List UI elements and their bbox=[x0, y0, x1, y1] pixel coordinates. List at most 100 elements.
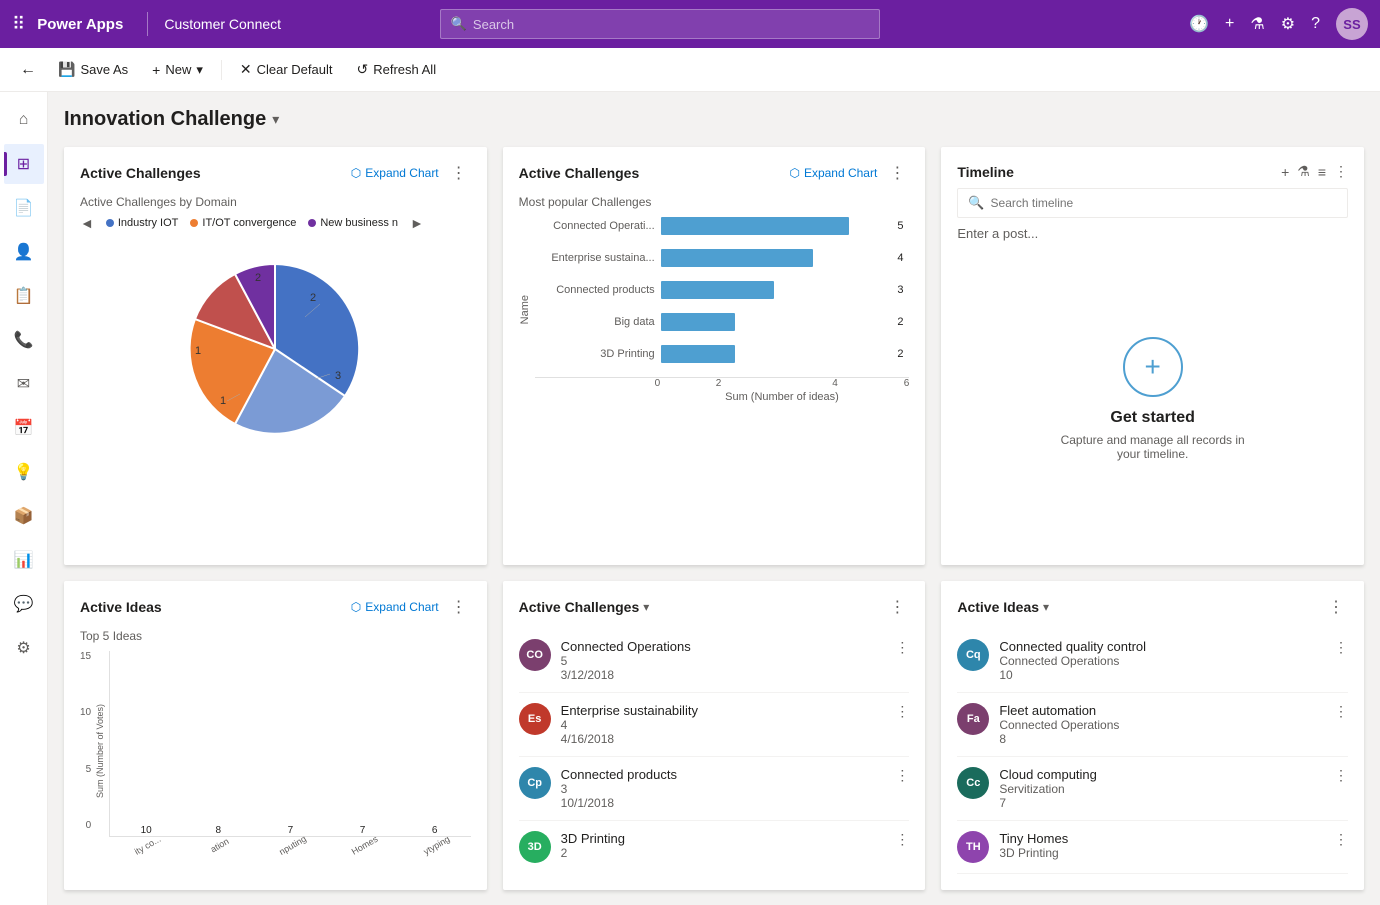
sidebar-item-mail[interactable]: ✉ bbox=[4, 364, 44, 404]
sidebar-item-person[interactable]: 👤 bbox=[4, 232, 44, 272]
sidebar-item-dashboard[interactable]: ⊞ bbox=[4, 144, 44, 184]
challenges-list-header: Active Challenges ▾ ⋮ bbox=[519, 597, 910, 617]
settings-icon[interactable]: ⚙ bbox=[1281, 14, 1295, 34]
list-avatar-1: Es bbox=[519, 703, 551, 735]
bar-more-button[interactable]: ⋮ bbox=[885, 163, 909, 183]
bar-expand-button[interactable]: ⬡ Expand Chart bbox=[789, 166, 877, 180]
list-item-more-0[interactable]: ⋮ bbox=[895, 639, 909, 656]
list-item-content-0: Connected Operations 5 3/12/2018 bbox=[561, 639, 886, 682]
challenges-list-more-button[interactable]: ⋮ bbox=[885, 597, 909, 617]
clear-default-button[interactable]: ✕ Clear Default bbox=[230, 54, 343, 86]
sidebar-item-bulb[interactable]: 💡 bbox=[4, 452, 44, 492]
plus-icon[interactable]: + bbox=[1225, 15, 1234, 33]
list-item-1: Es Enterprise sustainability 4 4/16/2018… bbox=[519, 693, 910, 757]
legend-prev-icon[interactable]: ◄ bbox=[80, 215, 94, 231]
bar-track-2 bbox=[661, 281, 888, 299]
back-button[interactable]: ← bbox=[12, 54, 44, 86]
y-axis-label-container: Name bbox=[519, 217, 535, 403]
content-area: Innovation Challenge ▾ Active Challenges… bbox=[48, 92, 1380, 905]
timeline-plus-circle[interactable]: + bbox=[1123, 337, 1183, 397]
timeline-search-box[interactable]: 🔍 bbox=[957, 188, 1348, 218]
sidebar-item-chart[interactable]: 📊 bbox=[4, 540, 44, 580]
pie-more-button[interactable]: ⋮ bbox=[447, 163, 471, 183]
top-nav: ⠿ Power Apps Customer Connect 🔍 🕐 + ⚗ ⚙ … bbox=[0, 0, 1380, 48]
ideas-list-scroll[interactable]: Cq Connected quality control Connected O… bbox=[957, 629, 1348, 874]
grid-icon[interactable]: ⠿ bbox=[12, 14, 25, 35]
refresh-all-button[interactable]: ↺ Refresh All bbox=[346, 54, 446, 86]
save-as-label: Save As bbox=[80, 62, 128, 77]
filter-icon[interactable]: ⚗ bbox=[1250, 14, 1264, 34]
ideas-chart-subtitle: Top 5 Ideas bbox=[80, 629, 471, 643]
y-axis-label: Name bbox=[519, 295, 531, 324]
save-as-button[interactable]: 💾 Save As bbox=[48, 54, 138, 86]
list-item-title-0: Connected Operations bbox=[561, 639, 886, 654]
new-button[interactable]: + New ▾ bbox=[142, 54, 213, 86]
timeline-search-input[interactable] bbox=[991, 196, 1337, 210]
active-challenges-list-card: Active Challenges ▾ ⋮ CO Connected Opera… bbox=[503, 581, 926, 890]
ideas-item-more-0[interactable]: ⋮ bbox=[1334, 639, 1348, 656]
sidebar-item-contacts[interactable]: 📋 bbox=[4, 276, 44, 316]
sidebar-item-home[interactable]: ⌂ bbox=[4, 100, 44, 140]
ideas-y-label: Sum (Number of Votes) bbox=[95, 651, 109, 851]
bar-rows: Connected Operati... 5 Enterprise sustai… bbox=[535, 217, 910, 403]
sidebar-item-settings[interactable]: ⚙ bbox=[4, 628, 44, 668]
sidebar-item-phone[interactable]: 📞 bbox=[4, 320, 44, 360]
ideas-chart-title: Active Ideas bbox=[80, 599, 351, 615]
ideas-item-title-1: Fleet automation bbox=[999, 703, 1324, 718]
app-name: Power Apps bbox=[37, 16, 123, 33]
nav-icons: 🕐 + ⚗ ⚙ ? SS bbox=[1189, 8, 1368, 40]
legend-label-0: Industry IOT bbox=[118, 217, 179, 229]
v-bar-val-2: 7 bbox=[288, 825, 294, 836]
new-icon: + bbox=[152, 62, 160, 78]
bar-label-1: Enterprise sustaina... bbox=[535, 252, 655, 264]
help-icon[interactable]: ? bbox=[1311, 15, 1320, 33]
challenges-list-scroll[interactable]: CO Connected Operations 5 3/12/2018 ⋮ Es… bbox=[519, 629, 910, 873]
list-item-count-3: 2 bbox=[561, 846, 886, 860]
sidebar-item-box[interactable]: 📦 bbox=[4, 496, 44, 536]
sidebar-item-chat[interactable]: 💬 bbox=[4, 584, 44, 624]
challenges-list-chevron[interactable]: ▾ bbox=[643, 600, 649, 614]
global-search-box[interactable]: 🔍 bbox=[440, 9, 880, 39]
page-title-chevron[interactable]: ▾ bbox=[272, 111, 279, 128]
pie-expand-button[interactable]: ⬡ Expand Chart bbox=[351, 166, 439, 180]
timeline-columns-icon[interactable]: ≡ bbox=[1318, 164, 1326, 180]
ideas-item-content-2: Cloud computing Servitization 7 bbox=[999, 767, 1324, 810]
list-item-more-1[interactable]: ⋮ bbox=[895, 703, 909, 720]
y-mark-5: 5 bbox=[80, 764, 91, 775]
ideas-expand-button[interactable]: ⬡ Expand Chart bbox=[351, 600, 439, 614]
legend-label-2: New business n bbox=[320, 217, 398, 229]
ideas-list-title-row: Active Ideas ▾ bbox=[957, 599, 1049, 615]
avatar[interactable]: SS bbox=[1336, 8, 1368, 40]
x-axis-label: Sum (Number of ideas) bbox=[535, 391, 910, 403]
list-item-count-0: 5 bbox=[561, 654, 886, 668]
bar-fill-2 bbox=[661, 281, 774, 299]
ideas-item-more-3[interactable]: ⋮ bbox=[1334, 831, 1348, 848]
sidebar-item-calendar[interactable]: 📅 bbox=[4, 408, 44, 448]
new-chevron-icon[interactable]: ▾ bbox=[196, 62, 203, 78]
ideas-list-more-button[interactable]: ⋮ bbox=[1324, 597, 1348, 617]
ideas-item-title-0: Connected quality control bbox=[999, 639, 1324, 654]
ideas-avatar-2: Cc bbox=[957, 767, 989, 799]
global-search-input[interactable] bbox=[473, 17, 869, 32]
timeline-card: Timeline + ⚗ ≡ ⋮ 🔍 Enter a post... + Get… bbox=[941, 147, 1364, 565]
bar-value-3: 2 bbox=[897, 316, 909, 328]
list-item-content-1: Enterprise sustainability 4 4/16/2018 bbox=[561, 703, 886, 746]
list-item-more-2[interactable]: ⋮ bbox=[895, 767, 909, 784]
timeline-more-icon[interactable]: ⋮ bbox=[1334, 163, 1348, 180]
legend-next-icon[interactable]: ► bbox=[410, 215, 424, 231]
ideas-expand-icon: ⬡ bbox=[351, 600, 361, 614]
ideas-chart-more-button[interactable]: ⋮ bbox=[447, 597, 471, 617]
ideas-item-more-1[interactable]: ⋮ bbox=[1334, 703, 1348, 720]
list-avatar-0: CO bbox=[519, 639, 551, 671]
timeline-post-input[interactable]: Enter a post... bbox=[957, 226, 1348, 241]
clock-icon[interactable]: 🕐 bbox=[1189, 14, 1209, 34]
timeline-add-icon[interactable]: + bbox=[1281, 164, 1289, 180]
list-item-more-3[interactable]: ⋮ bbox=[895, 831, 909, 848]
ideas-item-more-2[interactable]: ⋮ bbox=[1334, 767, 1348, 784]
pie-card-header: Active Challenges ⬡ Expand Chart ⋮ bbox=[80, 163, 471, 183]
ideas-list-chevron[interactable]: ▾ bbox=[1043, 600, 1049, 614]
timeline-filter-icon[interactable]: ⚗ bbox=[1297, 163, 1310, 180]
bar-card-header: Active Challenges ⬡ Expand Chart ⋮ bbox=[519, 163, 910, 183]
legend-dot-0 bbox=[106, 219, 114, 227]
sidebar-item-documents[interactable]: 📄 bbox=[4, 188, 44, 228]
